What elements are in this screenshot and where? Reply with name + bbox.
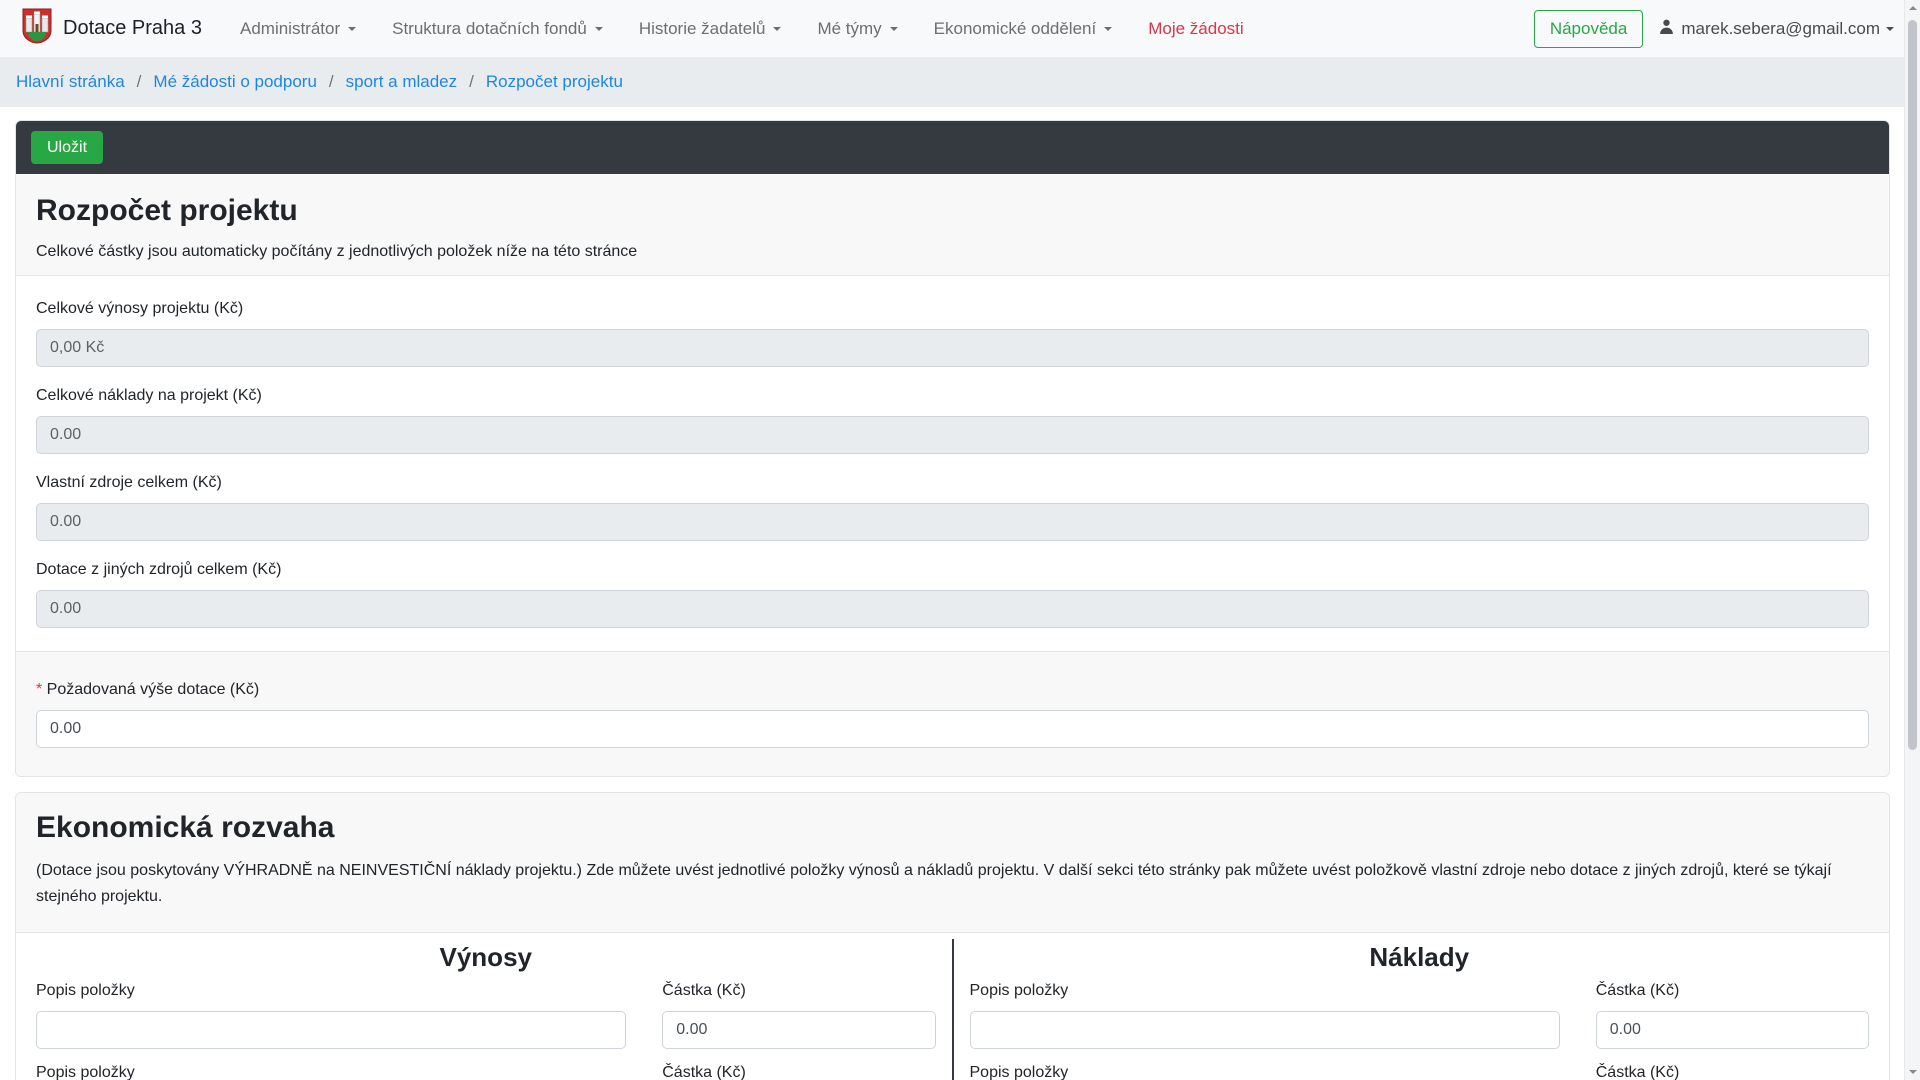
item-amount-cell: Částka (Kč) (662, 977, 935, 1049)
breadcrumb-rozpocet-projektu[interactable]: Rozpočet projektu (486, 72, 623, 92)
item-description-cell: Popis položky (970, 1059, 1560, 1080)
naklady-row-1: Popis položky Částka (Kč) (970, 977, 1870, 1049)
brand-title: Dotace Praha 3 (63, 17, 202, 40)
item-amount-label: Částka (Kč) (1596, 1063, 1869, 1080)
vynosy-column: Výnosy Popis položky Částka (Kč) (36, 939, 952, 1080)
nav-item-label: Struktura dotačních fondů (392, 19, 587, 39)
naklady-castka-input-1[interactable] (1596, 1011, 1869, 1049)
chevron-down-icon (773, 27, 781, 35)
item-description-label: Popis položky (970, 981, 1560, 1001)
vertical-scrollbar[interactable] (1904, 0, 1920, 1080)
nav-item-label: Ekonomické oddělení (934, 19, 1097, 39)
field-celkove-naklady: Celkové náklady na projekt (Kč) (36, 386, 1869, 454)
naklady-row-2: Popis položky Částka (Kč) (970, 1059, 1870, 1080)
navbar-right: Nápověda marek.sebera@gmail.com (1534, 10, 1894, 48)
item-amount-cell: Částka (Kč) (1596, 1059, 1869, 1080)
item-description-label: Popis položky (970, 1063, 1560, 1080)
field-label: Dotace z jiných zdrojů celkem (Kč) (36, 560, 1869, 580)
item-description-cell: Popis položky (970, 977, 1560, 1049)
breadcrumb-separator: / (137, 72, 142, 92)
main-menu: Administrátor Struktura dotačních fondů … (240, 19, 1244, 39)
nav-item-me-tymy[interactable]: Mé týmy (817, 19, 897, 39)
item-amount-label: Částka (Kč) (1596, 981, 1869, 1001)
requested-amount-section: * Požadovaná výše dotace (Kč) (16, 651, 1889, 776)
vlastni-zdroje-input (36, 503, 1869, 541)
vynosy-title: Výnosy (36, 941, 936, 973)
vynosy-row-1: Popis položky Částka (Kč) (36, 977, 936, 1049)
celkove-vynosy-input (36, 329, 1869, 367)
chevron-down-icon (595, 27, 603, 35)
field-label: * Požadovaná výše dotace (Kč) (36, 680, 1869, 700)
pozadovana-vyse-dotace-input[interactable] (36, 710, 1869, 748)
save-button[interactable]: Uložit (31, 131, 103, 164)
scroll-up-icon[interactable] (1909, 6, 1917, 10)
dotace-jinych-zdroju-input (36, 590, 1869, 628)
breadcrumb-sport-a-mladez[interactable]: sport a mladez (346, 72, 458, 92)
budget-card: Uložit Rozpočet projektu Celkové částky … (15, 120, 1890, 777)
field-pozadovana-vyse: * Požadovaná výše dotace (Kč) (36, 680, 1869, 748)
brand-link[interactable]: Dotace Praha 3 (22, 8, 202, 49)
nav-item-label: Historie žadatelů (639, 19, 766, 39)
nav-item-administrator[interactable]: Administrátor (240, 19, 356, 39)
nav-item-label: Administrátor (240, 19, 340, 39)
budget-totals: Celkové výnosy projektu (Kč) Celkové nák… (16, 276, 1889, 651)
page-title: Rozpočet projektu (36, 193, 1869, 229)
breadcrumb-home[interactable]: Hlavní stránka (16, 72, 125, 92)
field-dotace-jine-zdroje: Dotace z jiných zdrojů celkem (Kč) (36, 560, 1869, 628)
celkove-naklady-input (36, 416, 1869, 454)
item-amount-cell: Částka (Kč) (662, 1059, 935, 1080)
balance-card: Ekonomická rozvaha (Dotace jsou poskytov… (15, 792, 1890, 1080)
vynosy-castka-input-1[interactable] (662, 1011, 935, 1049)
balance-description: (Dotace jsou poskytovány VÝHRADNĚ na NEI… (36, 858, 1869, 910)
praha3-coat-of-arms-logo (22, 8, 52, 49)
top-navbar: Dotace Praha 3 Administrátor Struktura d… (0, 0, 1904, 57)
user-icon (1658, 18, 1675, 40)
item-description-label: Popis položky (36, 981, 626, 1001)
breadcrumb-separator: / (329, 72, 334, 92)
scroll-down-icon[interactable] (1909, 1070, 1917, 1074)
item-description-cell: Popis položky (36, 1059, 626, 1080)
item-amount-label: Částka (Kč) (662, 981, 935, 1001)
form-toolbar: Uložit (16, 121, 1889, 174)
page-subtitle: Celkové částky jsou automaticky počítány… (36, 239, 1869, 265)
balance-header: Ekonomická rozvaha (Dotace jsou poskytov… (16, 793, 1889, 933)
nav-item-label: Moje žádosti (1148, 19, 1243, 39)
chevron-down-icon (890, 27, 898, 35)
field-vlastni-zdroje: Vlastní zdroje celkem (Kč) (36, 473, 1869, 541)
budget-header: Rozpočet projektu Celkové částky jsou au… (16, 174, 1889, 276)
content: Uložit Rozpočet projektu Celkové částky … (0, 107, 1904, 1080)
field-label: Celkové náklady na projekt (Kč) (36, 386, 1869, 406)
nav-item-ekonomicke-oddeleni[interactable]: Ekonomické oddělení (934, 19, 1113, 39)
nav-item-label: Mé týmy (817, 19, 881, 39)
user-email: marek.sebera@gmail.com (1681, 19, 1880, 39)
help-button[interactable]: Nápověda (1534, 10, 1644, 48)
user-menu[interactable]: marek.sebera@gmail.com (1658, 18, 1894, 40)
field-celkove-vynosy: Celkové výnosy projektu (Kč) (36, 299, 1869, 367)
chevron-down-icon (1886, 27, 1894, 35)
naklady-column: Náklady Popis položky Částka (Kč) (952, 939, 1870, 1080)
balance-columns: Výnosy Popis položky Částka (Kč) (16, 933, 1889, 1080)
breadcrumb-separator: / (469, 72, 474, 92)
page: Dotace Praha 3 Administrátor Struktura d… (0, 0, 1904, 1080)
scrollbar-thumb[interactable] (1908, 20, 1917, 750)
nav-item-historie-zadatelu[interactable]: Historie žadatelů (639, 19, 782, 39)
item-amount-cell: Částka (Kč) (1596, 977, 1869, 1049)
breadcrumb-me-zadosti[interactable]: Mé žádosti o podporu (153, 72, 317, 92)
vynosy-row-2: Popis položky Částka (Kč) (36, 1059, 936, 1080)
item-description-label: Popis položky (36, 1063, 626, 1080)
balance-title: Ekonomická rozvaha (36, 810, 1869, 846)
chevron-down-icon (348, 27, 356, 35)
naklady-popis-input-1[interactable] (970, 1011, 1560, 1049)
nav-item-moje-zadosti[interactable]: Moje žádosti (1148, 19, 1243, 39)
field-label: Vlastní zdroje celkem (Kč) (36, 473, 1869, 493)
item-description-cell: Popis položky (36, 977, 626, 1049)
vynosy-popis-input-1[interactable] (36, 1011, 626, 1049)
breadcrumb: Hlavní stránka / Mé žádosti o podporu / … (0, 57, 1904, 107)
nav-item-struktura-dotacnich-fondu[interactable]: Struktura dotačních fondů (392, 19, 603, 39)
field-label: Celkové výnosy projektu (Kč) (36, 299, 1869, 319)
chevron-down-icon (1104, 27, 1112, 35)
item-amount-label: Částka (Kč) (662, 1063, 935, 1080)
naklady-title: Náklady (970, 941, 1870, 973)
